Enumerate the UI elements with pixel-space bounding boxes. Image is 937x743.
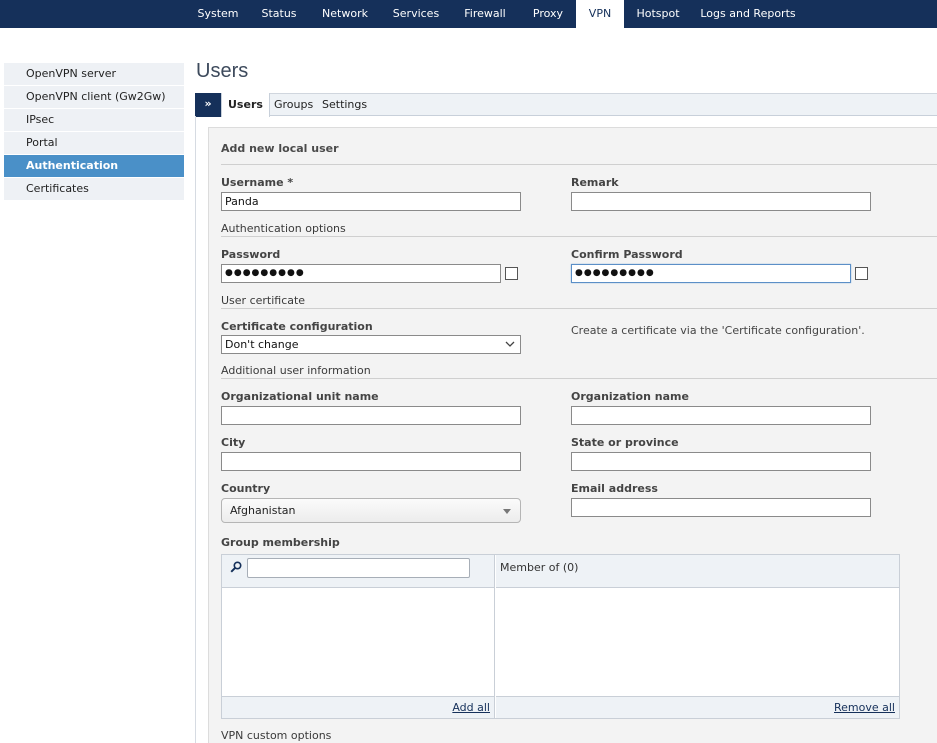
city-label: City (221, 436, 246, 449)
group-membership-label: Group membership (221, 536, 340, 549)
sidebar-item-certificates[interactable]: Certificates (4, 178, 184, 201)
org-unit-input[interactable] (221, 406, 521, 425)
confirm-password-input[interactable]: ●●●●●●●●● (571, 264, 851, 283)
form-heading: Add new local user (221, 142, 339, 155)
tab-bar: » Users Groups Settings (195, 93, 937, 117)
country-value: Afghanistan (230, 504, 296, 517)
tab-settings[interactable]: Settings (322, 93, 367, 117)
page-title: Users (196, 60, 249, 82)
divider (221, 308, 937, 309)
username-label: Username * (221, 176, 294, 189)
org-name-input[interactable] (571, 406, 871, 425)
nav-firewall[interactable]: Firewall (450, 0, 520, 28)
sidebar-item-ipsec[interactable]: IPsec (4, 109, 184, 132)
password-label: Password (221, 248, 281, 261)
content-divider (195, 116, 196, 743)
triangle-down-icon (503, 509, 511, 514)
cert-note: Create a certificate via the 'Certificat… (571, 324, 865, 337)
cert-config-value: Don't change (225, 338, 299, 351)
state-label: State or province (571, 436, 679, 449)
remark-label: Remark (571, 176, 619, 189)
city-input[interactable] (221, 452, 521, 471)
available-groups-footer: Add all (222, 696, 494, 718)
org-unit-label: Organizational unit name (221, 390, 379, 403)
divider (221, 164, 937, 165)
nav-logs-and-reports[interactable]: Logs and Reports (692, 0, 804, 28)
sidebar-item-openvpn-server[interactable]: OpenVPN server (4, 63, 184, 86)
show-password-checkbox[interactable] (505, 267, 518, 280)
search-icon (230, 561, 242, 573)
member-of-label: Member of (0) (500, 561, 579, 574)
nav-hotspot[interactable]: Hotspot (624, 0, 692, 28)
additional-section-title: Additional user information (221, 364, 371, 377)
nav-services[interactable]: Services (382, 0, 450, 28)
email-input[interactable] (571, 498, 871, 517)
tabs-toggle-button[interactable]: » (195, 93, 221, 117)
remark-input[interactable] (571, 192, 871, 211)
cert-config-select[interactable]: Don't change (221, 335, 521, 354)
available-groups-pane: Add all (222, 555, 495, 718)
nav-vpn[interactable]: VPN (576, 0, 624, 28)
username-input[interactable]: Panda (221, 192, 521, 211)
auth-section-title: Authentication options (221, 222, 346, 235)
group-search-input[interactable] (247, 558, 470, 578)
confirm-password-label: Confirm Password (571, 248, 683, 261)
member-groups-footer: Remove all (496, 696, 899, 718)
chevron-down-icon (505, 341, 515, 347)
member-groups-header: Member of (0) (496, 555, 899, 588)
nav-status[interactable]: Status (250, 0, 308, 28)
nav-system[interactable]: System (186, 0, 250, 28)
cert-config-label: Certificate configuration (221, 320, 373, 333)
show-confirm-password-checkbox[interactable] (855, 267, 868, 280)
sidebar-item-portal[interactable]: Portal (4, 132, 184, 155)
org-name-label: Organization name (571, 390, 689, 403)
tab-groups[interactable]: Groups (274, 93, 313, 117)
password-input[interactable]: ●●●●●●●●● (221, 264, 501, 283)
sidebar-item-openvpn-client[interactable]: OpenVPN client (Gw2Gw) (4, 86, 184, 109)
nav-proxy[interactable]: Proxy (520, 0, 576, 28)
sidebar-item-authentication[interactable]: Authentication (4, 155, 184, 178)
top-navigation: System Status Network Services Firewall … (0, 0, 937, 28)
country-select[interactable]: Afghanistan (221, 498, 521, 523)
email-label: Email address (571, 482, 658, 495)
vpn-section-title: VPN custom options (221, 729, 332, 742)
state-input[interactable] (571, 452, 871, 471)
country-label: Country (221, 482, 271, 495)
cert-section-title: User certificate (221, 294, 306, 307)
available-groups-header (222, 555, 494, 588)
group-membership-widget: Add all Member of (0) Remove all (221, 554, 900, 719)
member-groups-pane: Member of (0) Remove all (496, 555, 899, 718)
add-all-link[interactable]: Add all (452, 701, 490, 714)
sidebar: OpenVPN server OpenVPN client (Gw2Gw) IP… (4, 63, 184, 201)
tab-users[interactable]: Users (221, 93, 270, 117)
nav-network[interactable]: Network (308, 0, 382, 28)
remove-all-link[interactable]: Remove all (834, 701, 895, 714)
divider (221, 378, 937, 379)
divider (221, 236, 937, 237)
